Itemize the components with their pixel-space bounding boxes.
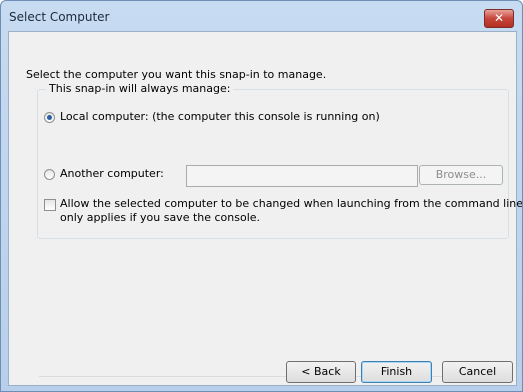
close-icon: ✕ — [493, 11, 505, 25]
dialog-content: Select the computer you want this snap-i… — [8, 31, 522, 386]
allow-change-label-line1[interactable]: Allow the selected computer to be change… — [60, 197, 522, 210]
another-computer-label[interactable]: Another computer: — [60, 167, 164, 180]
intro-text: Select the computer you want this snap-i… — [26, 68, 327, 81]
back-button[interactable]: < Back — [286, 361, 356, 383]
allow-change-label-line2[interactable]: only applies if you save the console. — [60, 211, 260, 224]
close-button[interactable]: ✕ — [484, 9, 514, 28]
browse-button[interactable]: Browse... — [419, 165, 503, 185]
allow-change-checkbox[interactable] — [44, 199, 56, 211]
dialog-title: Select Computer — [9, 10, 110, 24]
cancel-button[interactable]: Cancel — [442, 361, 513, 383]
another-computer-input[interactable] — [186, 165, 418, 187]
group-label: This snap-in will always manage: — [46, 82, 234, 95]
snapin-target-group: This snap-in will always manage: Local c… — [37, 82, 522, 239]
local-computer-radio[interactable] — [44, 112, 55, 123]
local-computer-label[interactable]: Local computer: (the computer this conso… — [60, 110, 380, 123]
finish-button[interactable]: Finish — [361, 361, 432, 383]
select-computer-dialog: Select Computer ✕ Select the computer yo… — [0, 0, 523, 392]
another-computer-radio[interactable] — [44, 169, 55, 180]
title-bar[interactable]: Select Computer ✕ — [1, 1, 522, 31]
footer-separator — [39, 376, 506, 377]
